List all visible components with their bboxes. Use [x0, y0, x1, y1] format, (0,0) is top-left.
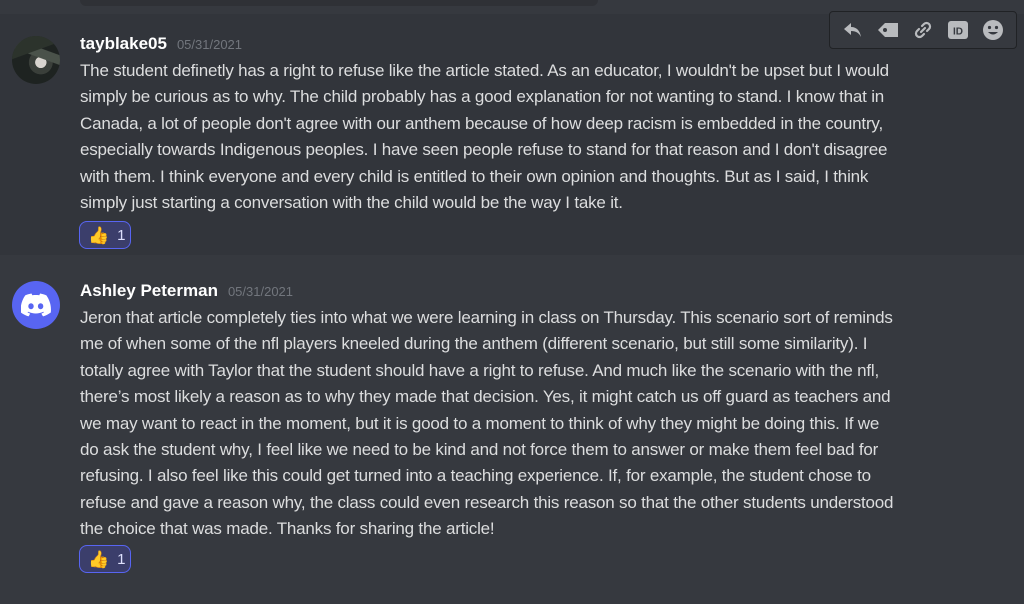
message-line: refuse and gave a reason why, the class … [80, 492, 894, 512]
message-line: refusing. I also feel like this could ge… [80, 466, 871, 486]
message-line: especially towards Indigenous peoples. I… [80, 140, 888, 160]
message-line: simply just starting a conversation with… [80, 193, 623, 213]
username[interactable]: Ashley Peterman [80, 281, 218, 301]
message-line: totally agree with Taylor that the stude… [80, 360, 880, 380]
message-line: Jeron that article completely ties into … [80, 308, 893, 327]
message-line: The student definetly has a right to ref… [80, 61, 889, 80]
message-line: there’s most likely a reason as to why t… [80, 387, 891, 407]
discord-logo-icon [21, 293, 51, 317]
emoji-icon[interactable] [980, 17, 1006, 43]
reaction-count: 1 [117, 226, 126, 244]
reply-icon[interactable] [840, 17, 866, 43]
message-header: tayblake05 05/31/2021 [80, 34, 242, 54]
message-content: The student definetly has a right to ref… [80, 58, 980, 216]
timestamp[interactable]: 05/31/2021 [228, 284, 293, 299]
message-content: Jeron that article completely ties into … [80, 305, 980, 543]
tag-icon[interactable] [875, 17, 901, 43]
avatar[interactable] [12, 36, 60, 84]
thumbs-up-icon: 👍 [88, 549, 110, 569]
message-line: me of when some of the nfl players kneel… [80, 334, 868, 354]
message-header: Ashley Peterman 05/31/2021 [80, 281, 293, 301]
reaction-thumbs-up[interactable]: 👍 1 [79, 221, 131, 249]
message-line: Canada, a lot of people don't agree with… [80, 113, 883, 133]
message-line: the choice that was made. Thanks for sha… [80, 519, 495, 539]
message-1[interactable]: tayblake05 05/31/2021 The student define… [0, 14, 1024, 255]
previous-embed-edge [80, 0, 598, 6]
message-line: simply be curious as to why. The child p… [80, 87, 885, 107]
id-icon[interactable]: ID [945, 17, 971, 43]
message-line: do ask the student why, I feel like we n… [80, 440, 879, 460]
message-2[interactable]: Ashley Peterman 05/31/2021 Jeron that ar… [0, 255, 1024, 604]
reaction-thumbs-up[interactable]: 👍 1 [79, 545, 131, 573]
username[interactable]: tayblake05 [80, 34, 167, 54]
message-toolbar: ID [829, 11, 1017, 49]
message-line: we may want to react in the moment, but … [80, 413, 880, 433]
link-icon[interactable] [910, 17, 936, 43]
thumbs-up-icon: 👍 [88, 225, 110, 245]
svg-text:ID: ID [953, 27, 963, 38]
message-line: with them. I think everyone and every ch… [80, 166, 869, 186]
avatar[interactable] [12, 281, 60, 329]
reaction-count: 1 [117, 550, 126, 568]
timestamp[interactable]: 05/31/2021 [177, 37, 242, 52]
